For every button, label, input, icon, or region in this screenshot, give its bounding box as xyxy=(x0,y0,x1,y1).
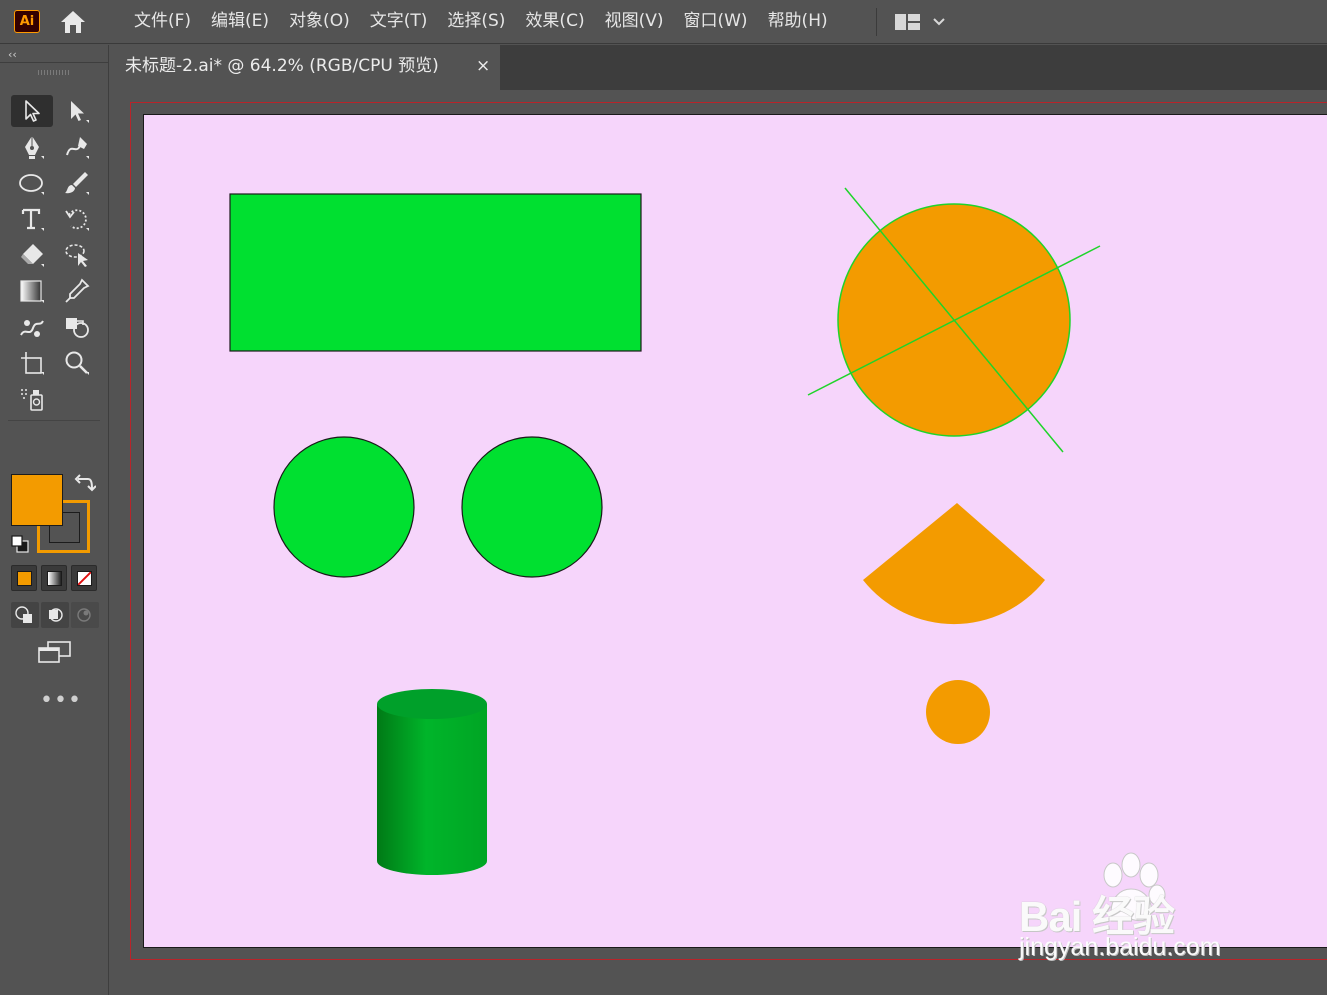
collapse-panel-icon[interactable]: ‹‹ xyxy=(8,48,17,61)
direct-selection-tool-icon[interactable] xyxy=(56,95,98,127)
draw-inside-button[interactable] xyxy=(71,602,99,628)
curvature-tool-icon[interactable] xyxy=(56,131,98,163)
watermark-url: jingyan.baidu.com xyxy=(1019,933,1221,961)
eraser-tool-icon[interactable] xyxy=(11,239,53,271)
green-circle-left[interactable] xyxy=(273,436,415,578)
eyedropper-tool-icon[interactable] xyxy=(56,275,98,307)
green-rectangle[interactable] xyxy=(229,193,642,352)
toolbar-divider xyxy=(8,420,100,421)
illustrator-window: Ai 文件(F) 编辑(E) 对象(O) 文字(T) 选择(S) 效果(C) 视… xyxy=(0,0,1327,995)
menu-help[interactable]: 帮助(H) xyxy=(758,0,838,44)
tools-panel: ‹‹ ••• xyxy=(0,45,109,995)
selection-tool-icon[interactable] xyxy=(11,95,53,127)
default-fill-stroke-icon[interactable] xyxy=(10,535,30,553)
menu-select[interactable]: 选择(S) xyxy=(437,0,515,44)
small-orange-circle[interactable] xyxy=(926,680,990,744)
close-tab-icon[interactable]: × xyxy=(476,45,490,87)
draw-behind-button[interactable] xyxy=(41,602,69,628)
menu-divider xyxy=(876,8,877,36)
lasso-tool-icon[interactable] xyxy=(56,239,98,271)
gradient-mode-button[interactable] xyxy=(41,565,67,591)
home-icon[interactable] xyxy=(58,9,88,35)
menu-edit[interactable]: 编辑(E) xyxy=(201,0,279,44)
swap-fill-stroke-icon[interactable] xyxy=(74,473,97,493)
pen-tool-icon[interactable] xyxy=(11,131,53,163)
menu-effect[interactable]: 效果(C) xyxy=(515,0,594,44)
none-mode-button[interactable] xyxy=(71,565,97,591)
artboard[interactable] xyxy=(143,114,1327,948)
zoom-tool-icon[interactable] xyxy=(56,347,98,379)
shape-builder-tool-icon[interactable] xyxy=(56,311,98,343)
menu-bar: Ai 文件(F) 编辑(E) 对象(O) 文字(T) 选择(S) 效果(C) 视… xyxy=(0,0,1327,44)
rotate-tool-icon[interactable] xyxy=(56,203,98,235)
screen-mode-icon[interactable] xyxy=(36,639,74,667)
panel-grip-handle[interactable] xyxy=(38,70,70,75)
baidu-watermark: Bai 经验 jingyan.baidu.com xyxy=(1015,851,1260,976)
type-tool-icon[interactable] xyxy=(11,203,53,235)
menu-window[interactable]: 窗口(W) xyxy=(673,0,757,44)
artwork-layer xyxy=(229,187,1101,875)
paintbrush-tool-icon[interactable] xyxy=(56,167,98,199)
draw-normal-button[interactable] xyxy=(11,602,39,628)
ellipse-tool-icon[interactable] xyxy=(11,167,53,199)
document-tab-bar: 未标题-2.ai* @ 64.2% (RGB/CPU 预览) × xyxy=(110,45,1327,90)
document-tab-title: 未标题-2.ai* @ 64.2% (RGB/CPU 预览) xyxy=(125,56,439,76)
gradient-tool-icon[interactable] xyxy=(11,275,53,307)
menu-object[interactable]: 对象(O) xyxy=(279,0,360,44)
menu-type[interactable]: 文字(T) xyxy=(360,0,438,44)
artboard-tool-icon[interactable] xyxy=(11,347,53,379)
fill-color-swatch[interactable] xyxy=(11,474,63,526)
workspace-switcher-icon[interactable] xyxy=(893,11,951,33)
more-tools-button[interactable]: ••• xyxy=(40,688,82,713)
menu-items: 文件(F) 编辑(E) 对象(O) 文字(T) 选择(S) 效果(C) 视图(V… xyxy=(124,0,838,44)
orange-sector[interactable] xyxy=(863,503,1045,625)
puppet-warp-tool-icon[interactable] xyxy=(11,311,53,343)
panel-divider xyxy=(0,62,108,63)
document-tab[interactable]: 未标题-2.ai* @ 64.2% (RGB/CPU 预览) × xyxy=(110,45,500,90)
green-cylinder[interactable] xyxy=(377,689,487,875)
menu-file[interactable]: 文件(F) xyxy=(124,0,201,44)
menu-view[interactable]: 视图(V) xyxy=(595,0,674,44)
app-logo: Ai xyxy=(14,10,40,33)
green-circle-right[interactable] xyxy=(461,436,603,578)
symbol-sprayer-tool-icon[interactable] xyxy=(11,383,53,415)
color-mode-button[interactable] xyxy=(11,565,37,591)
